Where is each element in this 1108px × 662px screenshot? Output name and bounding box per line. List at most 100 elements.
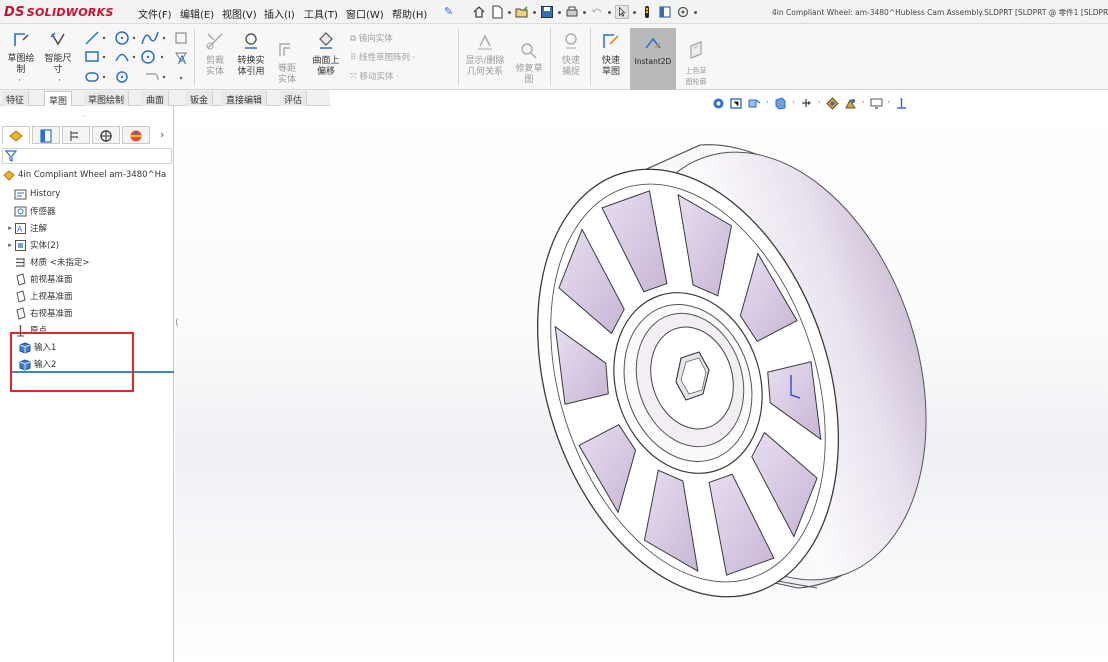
panel-resize-grip[interactable]: ⟨: [175, 318, 181, 340]
dimxpert-manager-tab[interactable]: [92, 126, 120, 144]
previous-view-icon[interactable]: [748, 97, 761, 110]
apply-scene-icon[interactable]: [895, 97, 908, 110]
save-icon[interactable]: [540, 5, 554, 19]
tab-sheet-metal[interactable]: 钣金: [186, 91, 214, 106]
menu-file[interactable]: 文件(F): [138, 6, 172, 21]
offset-on-surface-button[interactable]: 曲面上偏移: [306, 30, 346, 78]
panel-collapse-dot[interactable]: ·: [83, 112, 86, 121]
tab-evaluate[interactable]: 评估: [280, 91, 308, 106]
zoom-to-area-icon[interactable]: [730, 97, 743, 110]
hide-show-dropdown-icon[interactable]: ·: [862, 98, 865, 108]
configuration-manager-tab[interactable]: [62, 126, 90, 144]
options-dropdown-icon[interactable]: [694, 10, 697, 14]
display-style-icon[interactable]: [825, 96, 839, 110]
shaded-sketch-contours-button[interactable]: 上色草图轮廓: [678, 38, 714, 88]
material-icon: [16, 257, 25, 267]
tree-item[interactable]: 传感器: [6, 203, 56, 219]
previous-view-dropdown-icon[interactable]: ·: [766, 98, 769, 108]
tab-surfaces[interactable]: 曲面: [142, 91, 170, 106]
sketch-button[interactable]: 草图绘制: [4, 30, 38, 76]
view-orientation-icon[interactable]: [800, 97, 813, 110]
tree-item[interactable]: ▸ A 注解: [6, 220, 47, 236]
open-folder-icon[interactable]: [515, 5, 529, 19]
section-view-dropdown-icon[interactable]: ·: [792, 98, 795, 108]
tab-features[interactable]: 特征: [2, 91, 30, 106]
mirror-entities-button[interactable]: ⧉ 镜向实体: [350, 32, 393, 44]
zoom-to-fit-icon[interactable]: [712, 97, 725, 110]
tab-sketch-ink[interactable]: 草图绘制: [84, 91, 130, 106]
dimxpert-icon: [100, 130, 112, 142]
feature-tree-filter[interactable]: [2, 148, 172, 164]
view-orientation-dropdown-icon[interactable]: ·: [818, 98, 821, 108]
ribbon-separator: [590, 28, 591, 86]
sketch-entities-grid[interactable]: A: [82, 28, 192, 88]
sketch-dropdown-icon[interactable]: ·: [18, 76, 21, 86]
menu-help[interactable]: 帮助(H): [392, 6, 427, 21]
expand-arrow-icon[interactable]: ▸: [6, 241, 14, 249]
new-dropdown-icon[interactable]: [508, 10, 511, 14]
undo-icon[interactable]: [590, 5, 604, 19]
menu-window[interactable]: 窗口(W): [346, 6, 384, 21]
save-dropdown-icon[interactable]: [558, 10, 561, 14]
repair-sketch-icon: [521, 43, 537, 59]
display-relations-button[interactable]: 显示/删除几何关系: [462, 30, 508, 78]
sketch-label: 草图绘制: [7, 54, 35, 75]
print-dropdown-icon[interactable]: [583, 10, 586, 14]
feature-manager-tab[interactable]: [2, 126, 30, 144]
select-dropdown-icon[interactable]: [633, 10, 636, 14]
menu-insert[interactable]: 插入(I): [264, 6, 295, 21]
linear-pattern-button[interactable]: ⠿ 线性草图阵列 ·: [350, 51, 415, 63]
move-entities-button[interactable]: ⤧ 移动实体 ·: [350, 70, 399, 82]
dimension-dropdown-icon[interactable]: ·: [58, 76, 61, 86]
smart-dimension-button[interactable]: 智能尺寸: [40, 30, 76, 76]
menu-edit[interactable]: 编辑(E): [180, 6, 214, 21]
tree-item[interactable]: 前视基准面: [6, 271, 73, 287]
plane-icon: [16, 289, 26, 303]
view-settings-monitor-icon[interactable]: [870, 97, 883, 110]
instant2d-icon: [645, 37, 661, 49]
print-icon[interactable]: [565, 5, 579, 19]
new-document-icon[interactable]: [490, 5, 504, 19]
part-root-node[interactable]: 4in Compliant Wheel am-3480^Ha: [2, 167, 166, 183]
solidworks-window: DS SOLIDWORKS 文件(F) 编辑(E) 视图(V) 插入(I) 工具…: [0, 0, 1108, 662]
home-icon[interactable]: [472, 5, 486, 19]
rebuild-icon[interactable]: [640, 5, 654, 19]
file-properties-icon[interactable]: [658, 5, 672, 19]
tab-sketch[interactable]: 草图: [44, 91, 73, 107]
plane-icon: [16, 272, 26, 286]
part-icon: [3, 169, 15, 181]
tree-item[interactable]: 材质 <未指定>: [6, 254, 89, 270]
convert-entities-button[interactable]: 转换实体引用: [234, 30, 268, 78]
tree-item[interactable]: History: [6, 186, 60, 202]
wheel-model-3d[interactable]: [175, 106, 1108, 662]
expand-arrow-icon[interactable]: ▸: [6, 224, 14, 232]
options-gear-icon[interactable]: [676, 5, 690, 19]
tree-item[interactable]: ▸ 实体(2): [6, 237, 59, 253]
section-view-icon[interactable]: [774, 96, 787, 110]
open-dropdown-icon[interactable]: [533, 10, 536, 14]
undo-dropdown-icon[interactable]: [608, 10, 611, 14]
move-label: 移动实体: [359, 72, 394, 82]
rapid-sketch-button[interactable]: 快速草图: [594, 30, 628, 78]
quick-snaps-button[interactable]: 快速捕捉: [554, 30, 588, 78]
repair-sketch-button[interactable]: 修复草图: [510, 38, 548, 86]
trim-entities-button[interactable]: 剪裁实体: [198, 30, 232, 78]
offset-entities-button[interactable]: 等距实体: [270, 38, 304, 86]
property-manager-tab[interactable]: [32, 126, 60, 144]
menu-view[interactable]: 视图(V): [222, 6, 257, 21]
menu-tools[interactable]: 工具(T): [304, 6, 338, 21]
select-arrow-icon[interactable]: [615, 5, 629, 19]
display-manager-tab[interactable]: [122, 126, 150, 144]
pin-icon[interactable]: ✎: [444, 5, 454, 18]
smart-dimension-label: 智能尺寸: [44, 54, 72, 75]
tree-item[interactable]: 右视基准面: [6, 305, 73, 321]
tab-direct-editing[interactable]: 直接编辑: [222, 91, 268, 106]
tree-item[interactable]: 上视基准面: [6, 288, 73, 304]
graphics-area[interactable]: [175, 106, 1108, 662]
view-settings-dropdown-icon[interactable]: ·: [888, 98, 891, 108]
chevron-right-icon[interactable]: ›: [160, 128, 164, 141]
instant2d-button[interactable]: Instant2D: [630, 36, 676, 67]
smart-dimension-icon: [50, 32, 65, 46]
hide-show-items-icon[interactable]: [844, 97, 857, 110]
solidworks-logo[interactable]: DS SOLIDWORKS: [4, 2, 114, 22]
